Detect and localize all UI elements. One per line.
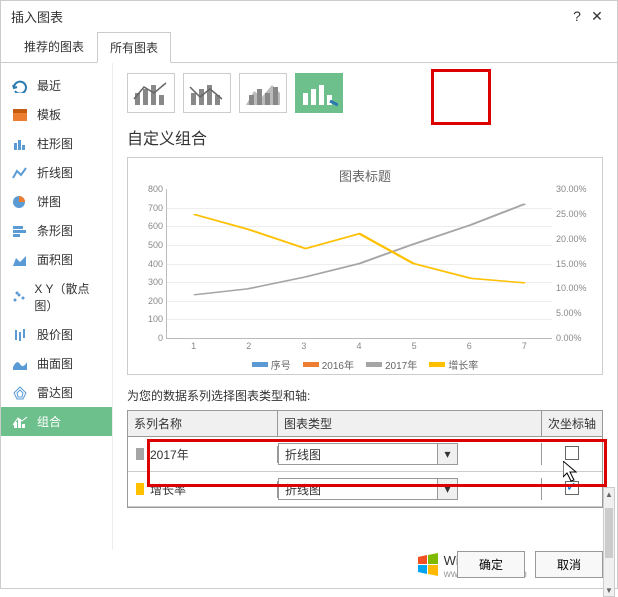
col-header-name: 系列名称	[128, 411, 278, 436]
scroll-down-icon[interactable]: ▼	[604, 584, 614, 596]
sidebar-item-surface[interactable]: 曲面图	[1, 349, 112, 378]
scroll-up-icon[interactable]: ▲	[604, 488, 614, 500]
combo-template-1[interactable]	[127, 73, 175, 113]
y1-axis-labels: 800 700 600 500 400 300 200 100 0	[139, 189, 165, 338]
dialog-footer: 确定 取消	[457, 551, 603, 578]
x-axis-labels: 1 2 3 4 5 6 7	[166, 341, 552, 351]
sidebar-item-label: 条形图	[37, 222, 73, 239]
series-color-swatch	[136, 448, 144, 460]
sidebar-item-label: 雷达图	[37, 384, 73, 401]
sidebar-item-template[interactable]: 模板	[1, 100, 112, 129]
legend-item: 2017年	[366, 357, 417, 372]
titlebar: 插入图表 ? ✕	[1, 1, 617, 31]
template-icon	[9, 107, 31, 123]
table-scrollbar[interactable]: ▲ ▼	[603, 487, 615, 597]
series-name: 增长率	[150, 481, 186, 498]
series-config-label: 为您的数据系列选择图表类型和轴:	[127, 387, 603, 404]
sidebar-item-label: 模板	[37, 106, 61, 123]
scatter-chart-icon	[9, 289, 28, 305]
sidebar-item-pie[interactable]: 饼图	[1, 187, 112, 216]
sidebar-item-recent[interactable]: 最近	[1, 71, 112, 100]
area-chart-icon	[9, 252, 31, 268]
legend-item: 增长率	[429, 357, 478, 372]
sidebar-item-label: 折线图	[37, 164, 73, 181]
tab-recommended[interactable]: 推荐的图表	[11, 31, 97, 62]
sidebar-item-label: X Y（散点图）	[34, 280, 104, 314]
sidebar-item-label: 柱形图	[37, 135, 73, 152]
chart-type-dropdown[interactable]: 折线图▾	[278, 478, 458, 500]
col-header-axis: 次坐标轴	[542, 411, 602, 436]
sidebar-item-column[interactable]: 柱形图	[1, 129, 112, 158]
bars	[167, 189, 552, 338]
recent-icon	[9, 78, 31, 94]
insert-chart-dialog: 插入图表 ? ✕ 推荐的图表 所有图表 最近 模板 柱形图 折线图 饼图 条形图…	[0, 0, 618, 589]
sidebar-item-line[interactable]: 折线图	[1, 158, 112, 187]
sidebar-item-stock[interactable]: 股价图	[1, 320, 112, 349]
ok-button[interactable]: 确定	[457, 551, 525, 578]
cancel-button[interactable]: 取消	[535, 551, 603, 578]
close-icon[interactable]: ✕	[587, 8, 607, 25]
main-panel: 自定义组合 图表标题 800 700 600 500 400 300 200 1…	[113, 63, 617, 550]
pie-chart-icon	[9, 194, 31, 210]
sidebar-item-label: 最近	[37, 77, 61, 94]
chart-type-sidebar: 最近 模板 柱形图 折线图 饼图 条形图 面积图 X Y（散点图） 股价图 曲面…	[1, 63, 113, 550]
dialog-title: 插入图表	[11, 7, 567, 26]
legend-item: 2016年	[303, 357, 354, 372]
table-header: 系列名称 图表类型 次坐标轴	[128, 411, 602, 437]
sidebar-item-label: 曲面图	[37, 355, 73, 372]
sidebar-item-label: 组合	[37, 413, 61, 430]
chart-title: 图表标题	[138, 166, 592, 185]
table-row: 2017年 折线图▾	[128, 437, 602, 472]
sidebar-item-label: 面积图	[37, 251, 73, 268]
combo-template-2[interactable]	[183, 73, 231, 113]
stock-chart-icon	[9, 327, 31, 343]
sidebar-item-area[interactable]: 面积图	[1, 245, 112, 274]
series-config-table: 系列名称 图表类型 次坐标轴 2017年 折线图▾ 增长率 折线图▾	[127, 410, 603, 508]
combo-template-4[interactable]	[295, 73, 343, 113]
combo-template-3[interactable]	[239, 73, 287, 113]
tab-strip: 推荐的图表 所有图表	[1, 31, 617, 63]
secondary-axis-checkbox[interactable]	[565, 446, 579, 460]
series-color-swatch	[136, 483, 144, 495]
sidebar-item-scatter[interactable]: X Y（散点图）	[1, 274, 112, 320]
sidebar-item-label: 股价图	[37, 326, 73, 343]
column-chart-icon	[9, 136, 31, 152]
help-icon[interactable]: ?	[567, 8, 587, 24]
line-chart-icon	[9, 165, 31, 181]
tab-all[interactable]: 所有图表	[97, 32, 171, 63]
bar-chart-icon	[9, 223, 31, 239]
combo-chart-icon	[9, 414, 31, 430]
scroll-thumb[interactable]	[605, 508, 613, 558]
sidebar-item-combo[interactable]: 组合	[1, 407, 112, 436]
chart-legend: 序号 2016年 2017年 增长率	[138, 357, 592, 372]
sidebar-item-bar[interactable]: 条形图	[1, 216, 112, 245]
legend-item: 序号	[252, 357, 291, 372]
section-title: 自定义组合	[127, 125, 603, 149]
chevron-down-icon[interactable]: ▾	[437, 444, 457, 464]
radar-chart-icon	[9, 385, 31, 401]
chevron-down-icon[interactable]: ▾	[437, 479, 457, 499]
table-row: 增长率 折线图▾	[128, 472, 602, 507]
chart-plot-area: 800 700 600 500 400 300 200 100 0 30.00%…	[166, 189, 552, 339]
sidebar-item-label: 饼图	[37, 193, 61, 210]
sidebar-item-radar[interactable]: 雷达图	[1, 378, 112, 407]
secondary-axis-checkbox[interactable]	[565, 481, 579, 495]
chart-preview: 图表标题 800 700 600 500 400 300 200 100 0	[127, 157, 603, 375]
col-header-type: 图表类型	[278, 411, 542, 436]
combo-template-row	[127, 73, 603, 113]
chart-type-dropdown[interactable]: 折线图▾	[278, 443, 458, 465]
series-name: 2017年	[150, 446, 189, 463]
surface-chart-icon	[9, 356, 31, 372]
y2-axis-labels: 30.00% 25.00% 20.00% 15.00% 10.00% 5.00%…	[554, 189, 592, 338]
windows-logo-icon	[416, 553, 440, 577]
